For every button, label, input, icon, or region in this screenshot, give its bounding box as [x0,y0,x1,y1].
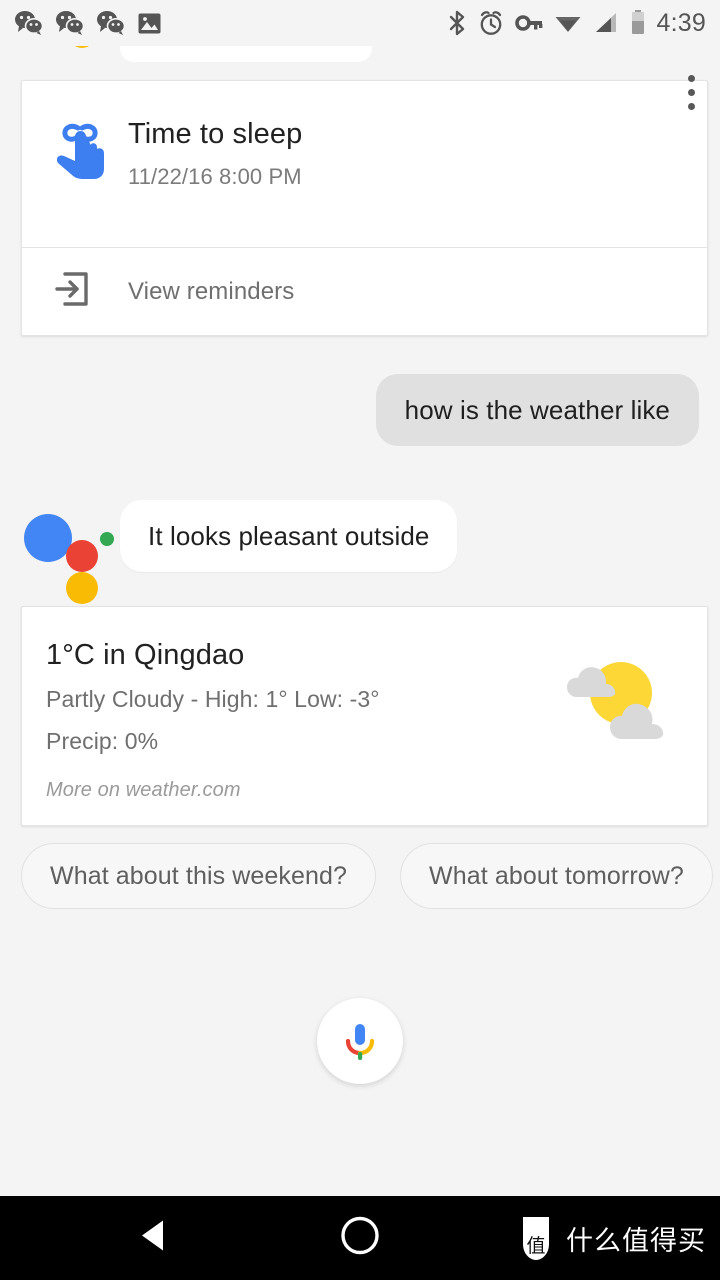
cellular-signal-icon [595,13,616,32]
weather-headline: 1°C in Qingdao [46,639,245,671]
smzdm-watermark-text: 什么值得买 [566,1225,706,1257]
open-in-app-icon [52,269,124,314]
reminder-datetime: 11/22/16 8:00 PM [128,164,302,189]
partly-cloudy-icon [565,635,679,748]
reminder-text-block: Time to sleep 11/22/16 8:00 PM [124,115,302,192]
weather-card[interactable]: 1°C in Qingdao Partly Cloudy - High: 1° … [21,606,708,826]
suggestion-chip-weekend[interactable]: What about this weekend? [21,843,377,909]
assistant-reply-text: It looks pleasant outside [148,521,430,551]
assistant-logo-yellow-dot [66,572,98,604]
svg-text:值: 值 [526,1235,545,1257]
reminder-card[interactable]: Time to sleep 11/22/16 8:00 PM View remi… [21,74,708,336]
battery-icon [631,10,644,34]
navigation-bar: 值 什么值得买 [0,1196,720,1280]
status-bar-clock: 4:39 [656,8,706,37]
assistant-reply-bubble[interactable]: It looks pleasant outside [120,500,458,572]
weather-precip: Precip: 0% [46,728,159,754]
user-query-text: how is the weather like [404,395,670,425]
suggestion-chips: What about this weekend? What about tomo… [21,843,713,909]
reminder-title: Time to sleep [128,118,303,150]
reminder-finger-string-icon [52,115,124,184]
suggestion-chip-label: What about tomorrow? [429,861,684,890]
wechat-notification-icon [56,11,85,35]
assistant-turn: It looks pleasant outside [0,500,720,604]
weather-info-block: 1°C in Qingdao Partly Cloudy - High: 1° … [46,635,380,803]
assistant-logo-red-dot [66,540,98,572]
smzdm-logo-icon: 值 [516,1214,556,1262]
user-query-bubble[interactable]: how is the weather like [375,374,699,446]
home-circle-icon [341,1216,379,1255]
assistant-conversation-scroll[interactable]: Time to sleep 11/22/16 8:00 PM View remi… [0,0,720,1196]
status-bar-system-icons: 4:39 [447,9,706,38]
vpn-key-icon [514,15,542,31]
bluetooth-icon [449,10,464,36]
suggestion-chip-label: What about this weekend? [50,861,348,890]
phone-screen: Time to sleep 11/22/16 8:00 PM View remi… [0,0,720,1280]
google-microphone-icon [345,1024,375,1060]
screenshot-image-icon [138,13,161,33]
assistant-logo-green-dot [100,532,114,546]
alarm-clock-icon [480,11,501,35]
view-reminders-label: View reminders [128,277,295,305]
back-triangle-icon [142,1220,163,1251]
home-button[interactable] [338,1214,382,1263]
status-bar: 4:39 [0,0,720,46]
suggestion-chip-tomorrow[interactable]: What about tomorrow? [400,843,713,909]
microphone-button[interactable] [317,998,403,1084]
weather-condition: Partly Cloudy - High: 1° Low: -3° [46,686,380,712]
view-reminders-button[interactable]: View reminders [22,248,707,335]
smzdm-watermark: 值 什么值得买 [516,1214,706,1262]
back-button[interactable] [136,1217,172,1260]
overflow-menu-icon[interactable] [671,63,711,121]
wechat-notification-icon [15,11,44,35]
google-assistant-logo [22,506,114,604]
wechat-notification-icon [97,11,126,35]
reminder-card-body[interactable]: Time to sleep 11/22/16 8:00 PM [22,74,707,247]
status-bar-notifications [14,10,162,36]
assistant-logo-blue-dot [24,514,72,562]
wifi-icon [555,17,581,32]
weather-source-link[interactable]: More on weather.com [46,777,380,803]
user-turn: how is the weather like [0,374,720,446]
